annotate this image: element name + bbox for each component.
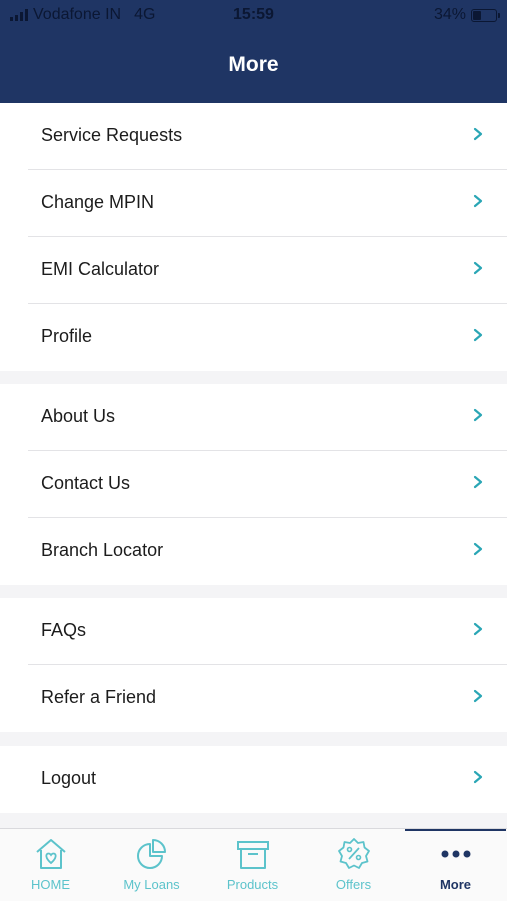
menu-item-branch-locator[interactable]: Branch Locator — [0, 518, 507, 585]
home-icon — [35, 839, 66, 869]
tab-label: Products — [226, 877, 279, 892]
menu-item-emi-calculator[interactable]: EMI Calculator — [0, 237, 507, 304]
menu-item-label: Profile — [41, 326, 93, 346]
tab-label: HOME — [31, 877, 70, 892]
box-icon — [236, 841, 269, 869]
status-time: 15:59 — [233, 6, 274, 23]
tab-offers[interactable]: Offers — [303, 829, 404, 901]
menu-item-faqs[interactable]: FAQs — [0, 598, 507, 665]
status-bar: Vodafone IN 4G 15:59 34% — [0, 0, 507, 30]
chevron-right-icon — [473, 328, 483, 342]
menu-item-contact-us[interactable]: Contact Us — [0, 451, 507, 518]
menu-item-label: FAQs — [41, 620, 87, 640]
chevron-right-icon — [473, 542, 483, 556]
chevron-right-icon — [473, 261, 483, 275]
tab-my-loans[interactable]: My Loans — [101, 829, 202, 901]
menu-item-label: Branch Locator — [41, 540, 164, 560]
menu-item-label: Logout — [41, 768, 97, 788]
menu-group-account: Service Requests Change MPIN EMI Calcula… — [0, 103, 507, 371]
menu-item-label: EMI Calculator — [41, 259, 160, 279]
menu-item-label: Contact Us — [41, 473, 131, 493]
chevron-right-icon — [473, 408, 483, 422]
battery-percent: 34% — [433, 6, 466, 23]
menu-item-service-requests[interactable]: Service Requests — [0, 103, 507, 170]
chevron-right-icon — [473, 194, 483, 208]
tab-label: Offers — [335, 877, 372, 892]
menu-item-label: About Us — [41, 406, 116, 426]
menu-item-label: Service Requests — [41, 125, 183, 145]
chevron-right-icon — [473, 622, 483, 636]
menu-group-info: About Us Contact Us Branch Locator — [0, 384, 507, 585]
chevron-right-icon — [473, 689, 483, 703]
chevron-right-icon — [473, 127, 483, 141]
menu-item-profile[interactable]: Profile — [0, 304, 507, 371]
menu-item-label: Change MPIN — [41, 192, 155, 212]
offer-badge-icon — [337, 838, 370, 869]
bottom-tab-bar: HOME My Loans Products Offers More — [0, 828, 507, 901]
pie-chart-icon — [136, 839, 166, 869]
menu-group-help: FAQs Refer a Friend — [0, 598, 507, 732]
more-dots-icon — [441, 850, 470, 858]
page-title: More — [228, 53, 279, 76]
menu-item-refer-a-friend[interactable]: Refer a Friend — [0, 665, 507, 732]
tab-more[interactable]: More — [405, 829, 506, 901]
menu-item-label: Refer a Friend — [41, 687, 157, 707]
menu-item-logout[interactable]: Logout — [0, 746, 507, 813]
tab-products[interactable]: Products — [202, 829, 303, 901]
chevron-right-icon — [473, 770, 483, 784]
tab-label: My Loans — [123, 877, 180, 892]
chevron-right-icon — [473, 475, 483, 489]
status-right: 34% — [433, 6, 500, 24]
menu-group-logout: Logout — [0, 746, 507, 813]
tab-home[interactable]: HOME — [0, 829, 101, 901]
tab-label: More — [439, 877, 472, 892]
menu-item-change-mpin[interactable]: Change MPIN — [0, 170, 507, 237]
app-header: Vodafone IN 4G 15:59 34% More — [0, 0, 507, 103]
battery-icon — [471, 8, 500, 22]
menu-item-about-us[interactable]: About Us — [0, 384, 507, 451]
